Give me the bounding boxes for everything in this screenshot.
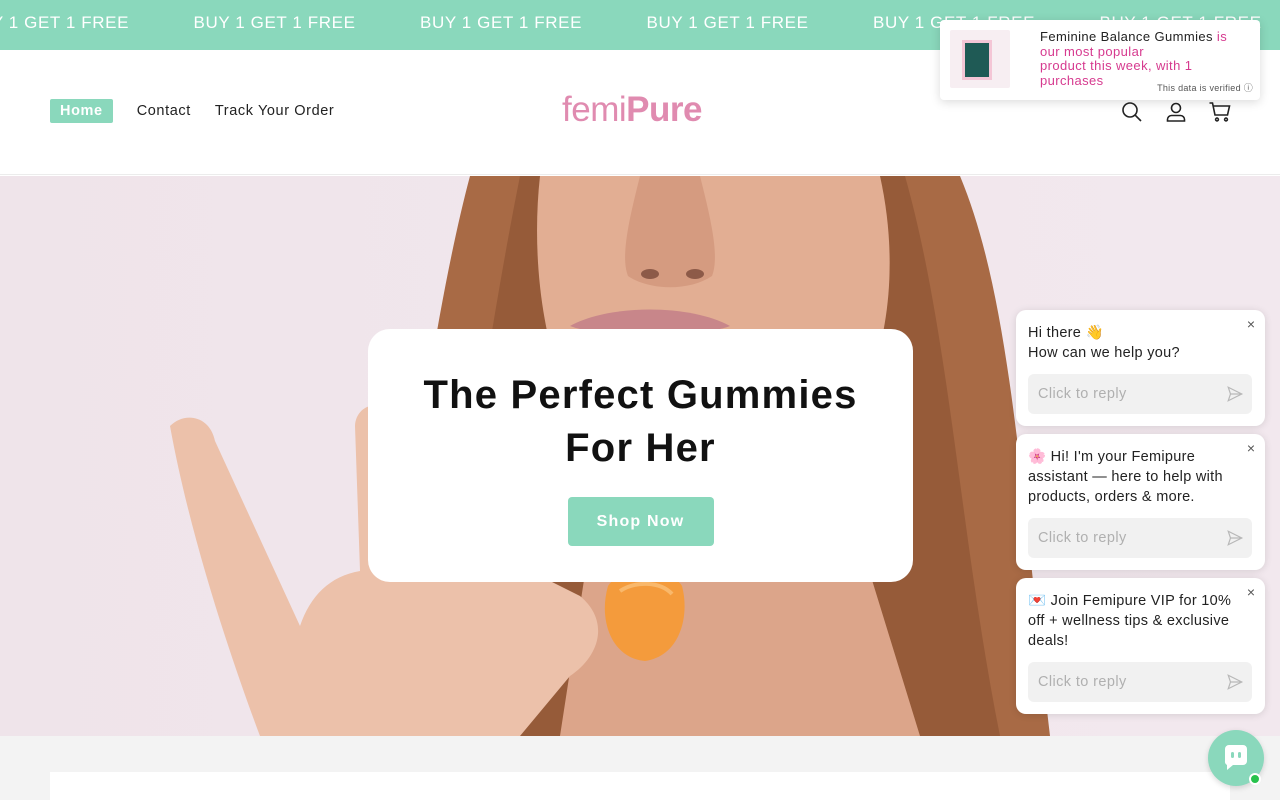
main-nav: Home Contact Track Your Order	[50, 99, 334, 123]
product-package-image	[962, 40, 992, 80]
send-icon[interactable]	[1226, 385, 1244, 403]
cart-icon[interactable]	[1208, 100, 1232, 124]
send-icon[interactable]	[1226, 529, 1244, 547]
close-icon[interactable]: ×	[1247, 584, 1255, 600]
logo-text-femi: femi	[562, 90, 627, 129]
online-status-indicator	[1249, 773, 1261, 785]
chat-bubble-greeting: × Hi there 👋 How can we help you?	[1016, 310, 1265, 426]
logo-text-pure: Pure	[626, 90, 702, 129]
reply-input[interactable]	[1028, 518, 1218, 558]
site-logo[interactable]: femiPure	[562, 90, 702, 130]
social-proof-popup[interactable]: Feminine Balance Gummies is our most pop…	[940, 20, 1260, 100]
hero-title: The Perfect Gummies For Her	[368, 369, 913, 475]
hero-title-line2: For Her	[565, 426, 716, 470]
verified-note: This data is verified ⓘ	[1157, 83, 1253, 93]
chat-message: 🌸 Hi! I'm your Femipure assistant — here…	[1028, 449, 1223, 505]
account-icon[interactable]	[1164, 100, 1188, 124]
content-card	[50, 772, 1230, 800]
announcement-text: BUY 1 GET 1 FREE	[193, 13, 356, 32]
hero-title-line1: The Perfect Gummies	[423, 373, 858, 417]
nav-contact[interactable]: Contact	[137, 103, 191, 119]
announcement-text: BUY 1 GET 1 FREE	[0, 13, 130, 32]
chat-bubble-vip: × 💌 Join Femipure VIP for 10% off + well…	[1016, 578, 1265, 714]
close-icon[interactable]: ×	[1247, 440, 1255, 456]
announcement-text: BUY 1 GET 1 FREE	[646, 13, 809, 32]
chat-message: 💌 Join Femipure VIP for 10% off + wellne…	[1028, 593, 1232, 649]
search-icon[interactable]	[1120, 100, 1144, 124]
reply-input[interactable]	[1028, 374, 1218, 414]
nav-home[interactable]: Home	[50, 99, 113, 123]
reply-input[interactable]	[1028, 662, 1218, 702]
nav-track-order[interactable]: Track Your Order	[215, 103, 334, 119]
hero-card: The Perfect Gummies For Her Shop Now	[368, 329, 913, 582]
chat-icon	[1224, 745, 1247, 770]
chat-reply-field[interactable]	[1028, 662, 1252, 702]
chat-reply-field[interactable]	[1028, 518, 1252, 558]
content-section	[0, 736, 1280, 800]
announcement-text: BUY 1 GET 1 FREE	[420, 13, 583, 32]
chat-message: Hi there 👋 How can we help you?	[1028, 325, 1180, 361]
header-icons	[1120, 100, 1232, 124]
chat-reply-field[interactable]	[1028, 374, 1252, 414]
product-thumbnail	[950, 30, 1010, 88]
popular-product-name: Feminine Balance Gummies	[1040, 29, 1213, 44]
shop-now-button[interactable]: Shop Now	[567, 497, 714, 546]
chat-bubble-assistant: × 🌸 Hi! I'm your Femipure assistant — he…	[1016, 434, 1265, 570]
send-icon[interactable]	[1226, 673, 1244, 691]
social-proof-text: Feminine Balance Gummies is our most pop…	[1040, 29, 1245, 88]
close-icon[interactable]: ×	[1247, 316, 1255, 332]
